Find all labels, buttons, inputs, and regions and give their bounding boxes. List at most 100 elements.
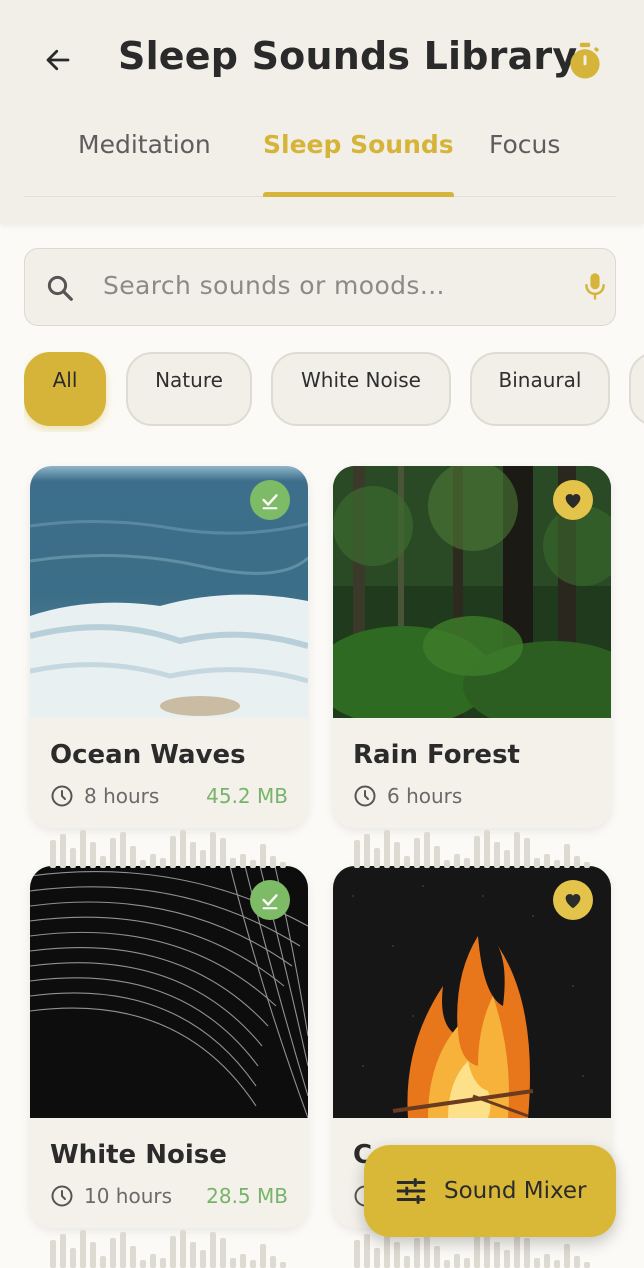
waveform-bar (270, 1256, 276, 1268)
arrow-left-icon (46, 49, 70, 71)
waveform-bar (140, 860, 146, 868)
duration-text: 8 hours (84, 784, 160, 808)
downloaded-badge (250, 880, 290, 920)
waveform-bar (80, 1230, 86, 1268)
waveform-bar (384, 830, 390, 868)
chip-binaural[interactable]: Binaural (470, 352, 610, 426)
waveform-bar (514, 1232, 520, 1268)
file-size: 45.2 MB (206, 784, 288, 808)
waveform-bar (474, 1236, 480, 1268)
sound-duration: 8 hours (50, 784, 159, 808)
filter-chips: All Nature White Noise Binaural (24, 352, 644, 432)
favorite-badge[interactable] (553, 880, 593, 920)
sound-name: White Noise (50, 1140, 227, 1170)
waveform-bar (250, 860, 256, 868)
waveform-bar (504, 1250, 510, 1268)
waveform-bar (170, 836, 176, 868)
favorite-badge[interactable] (553, 480, 593, 520)
tab-meditation[interactable]: Meditation (78, 130, 211, 196)
waveform-bar (70, 848, 76, 868)
waveform-bar (190, 1242, 196, 1268)
search-icon (47, 275, 73, 301)
waveform-bar (574, 1256, 580, 1268)
tab-focus[interactable]: Focus (489, 130, 560, 196)
waveform-bar (180, 830, 186, 868)
heart-icon (565, 494, 581, 509)
waveform-bar (584, 1262, 590, 1268)
waveform-bar (484, 830, 490, 868)
waveform-bar (100, 856, 106, 868)
waveform-bar (200, 1250, 206, 1268)
waveform-bar (414, 838, 420, 868)
stopwatch-icon (570, 42, 600, 79)
waveform-bar (120, 832, 126, 868)
waveform-bar (240, 1254, 246, 1268)
tab-label: Sleep Sounds (263, 130, 454, 159)
waveform-bar (230, 1258, 236, 1268)
chip-label: All (52, 368, 78, 392)
search-input[interactable]: Search sounds or moods... (103, 271, 445, 300)
waveform-bar (394, 1242, 400, 1268)
chip-more[interactable] (629, 352, 644, 426)
waveform-bar (130, 1246, 136, 1268)
chip-white-noise[interactable]: White Noise (271, 352, 451, 426)
waveform-bar (514, 832, 520, 868)
waveform-bar (90, 1242, 96, 1268)
waveform-bar (220, 838, 226, 868)
sliders-icon (396, 1178, 426, 1204)
clock-icon (354, 785, 376, 807)
waveform-bar (544, 1254, 550, 1268)
sound-card-rain-forest[interactable]: Rain Forest 6 hours (333, 466, 611, 828)
waveform-bar (250, 1260, 256, 1268)
waveform-bar (70, 1248, 76, 1268)
downloaded-badge (250, 480, 290, 520)
waveform-bar (364, 1234, 370, 1268)
tab-label: Focus (489, 130, 561, 159)
waveform-bar (584, 862, 590, 868)
duration-text: 6 hours (387, 784, 463, 808)
waveform-bar (534, 1258, 540, 1268)
waveform-bar (280, 1262, 286, 1268)
waveform-bar (404, 856, 410, 868)
waveform-bar (374, 848, 380, 868)
chip-label: White Noise (301, 368, 421, 392)
waveform-bar (100, 1256, 106, 1268)
waveform-bar (130, 846, 136, 868)
waveform-decoration (50, 1228, 290, 1268)
clock-icon (51, 1185, 73, 1207)
waveform-bar (554, 1260, 560, 1268)
search-bar[interactable]: Search sounds or moods... (24, 248, 616, 326)
waveform-bar (474, 836, 480, 868)
waveform-bar (544, 854, 550, 868)
waveform-bar (150, 1254, 156, 1268)
sound-card-ocean-waves[interactable]: Ocean Waves 8 hours 45.2 MB (30, 466, 308, 828)
chip-all[interactable]: All (24, 352, 106, 426)
waveform-bar (434, 1246, 440, 1268)
waveform-bar (110, 838, 116, 868)
waveform-bar (454, 1254, 460, 1268)
waveform-bar (444, 1260, 450, 1268)
waveform-bar (140, 1260, 146, 1268)
waveform-bar (424, 1232, 430, 1268)
waveform-bar (504, 850, 510, 868)
waveform-bar (260, 1244, 266, 1268)
tab-sleep-sounds[interactable]: Sleep Sounds (263, 130, 454, 197)
waveform-bar (60, 834, 66, 868)
waveform-bar (534, 858, 540, 868)
waveform-bar (150, 854, 156, 868)
mic-icon[interactable] (581, 271, 609, 303)
chip-label: Nature (155, 368, 223, 392)
waveform-bar (60, 1234, 66, 1268)
sound-mixer-button[interactable]: Sound Mixer (364, 1145, 616, 1237)
waveform-bar (454, 854, 460, 868)
back-button[interactable] (36, 38, 80, 82)
waveform-bar (230, 858, 236, 868)
waveform-bar (494, 1242, 500, 1268)
waveform-bar (180, 1230, 186, 1268)
waveform-bar (90, 842, 96, 868)
sound-duration: 6 hours (353, 784, 462, 808)
sound-card-white-noise[interactable]: White Noise 10 hours 28.5 MB (30, 866, 308, 1228)
waveform-bar (494, 842, 500, 868)
timer-button[interactable] (562, 38, 608, 84)
chip-nature[interactable]: Nature (126, 352, 252, 426)
